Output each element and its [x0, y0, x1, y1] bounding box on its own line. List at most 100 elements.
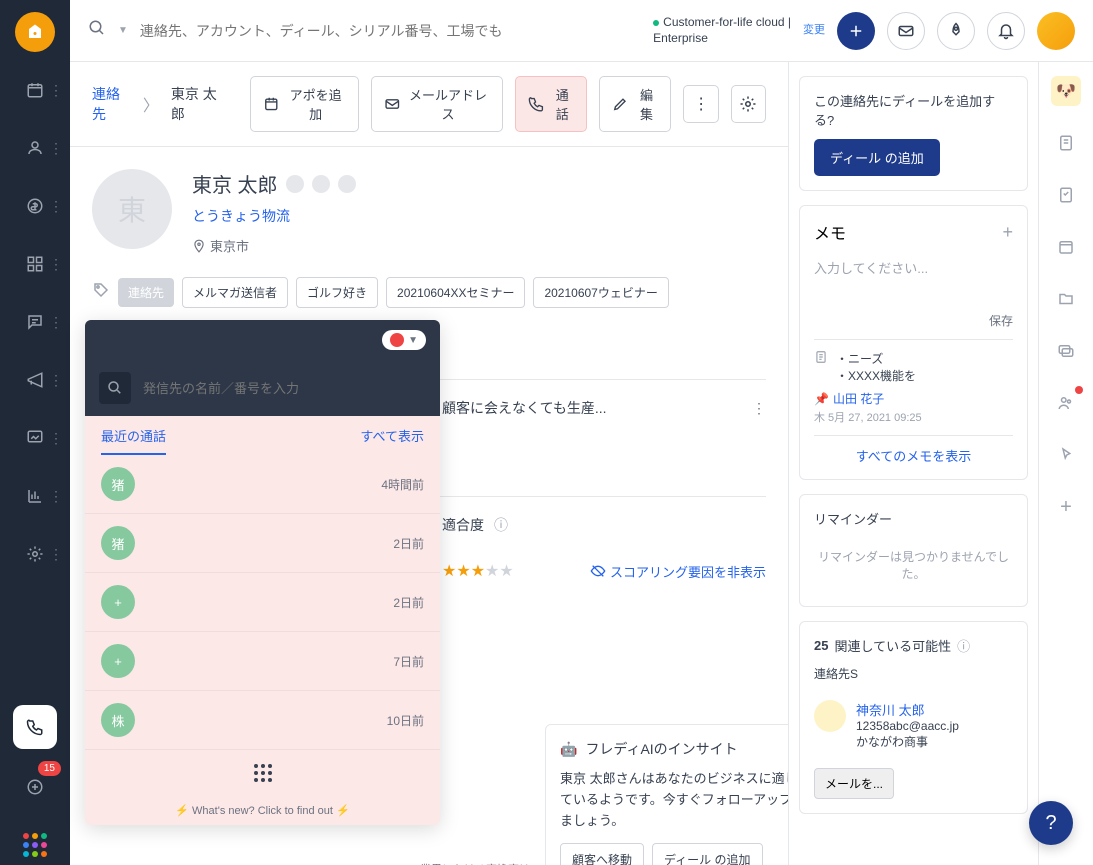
conversation-icon[interactable]	[1051, 336, 1081, 366]
calendar-icon[interactable]: ⋮	[15, 70, 55, 110]
campaigns-icon[interactable]: ⋮	[15, 360, 55, 400]
breadcrumb-root[interactable]: 連絡先	[92, 84, 131, 124]
apps-icon[interactable]	[15, 825, 55, 865]
toolbar-settings-button[interactable]	[731, 85, 766, 123]
contacts-icon[interactable]: ⋮	[15, 128, 55, 168]
whats-new-link[interactable]: ⚡ What's new? Click to find out ⚡	[85, 796, 440, 825]
call-time: 7日前	[393, 653, 424, 670]
search-dropdown-icon[interactable]: ▼	[118, 25, 128, 36]
dialpad-row	[85, 750, 440, 796]
add-memo-icon[interactable]: +	[1002, 222, 1013, 243]
analytics-icon[interactable]: ⋮	[15, 476, 55, 516]
facebook-icon[interactable]	[286, 175, 304, 193]
recent-calls-tab[interactable]: 最近の通話	[101, 426, 166, 455]
reports-icon[interactable]: ⋮	[15, 418, 55, 458]
tag-item[interactable]: 20210604XXセミナー	[386, 277, 525, 308]
chevron-down-icon: ▼	[408, 335, 418, 346]
memo-input[interactable]: 入力してください...	[814, 252, 1013, 312]
star-rating: ★★★★★	[442, 561, 514, 581]
tasks-icon[interactable]: 15	[15, 767, 55, 807]
call-avatar: 株	[101, 703, 135, 737]
add-rail-icon[interactable]: +	[1051, 492, 1081, 522]
call-item[interactable]: +7日前	[85, 632, 440, 691]
edit-button[interactable]: 編集	[599, 76, 671, 132]
info-icon[interactable]: ⓘ	[494, 515, 508, 535]
mail-button[interactable]	[887, 12, 925, 50]
call-item[interactable]: 株 10日前	[85, 691, 440, 750]
right-panel: この連絡先にディールを追加する? ディール の追加 メモ + 入力してください.…	[788, 62, 1038, 865]
call-time: 10日前	[387, 712, 424, 729]
call-tabs: 最近の通話 すべて表示	[85, 416, 440, 455]
call-avatar: 猪	[101, 526, 135, 560]
folder-icon[interactable]	[1051, 284, 1081, 314]
reminder-card: リマインダー リマインダーは見つかりませんでした。	[799, 494, 1028, 607]
logo-icon[interactable]	[15, 12, 55, 52]
notifications-button[interactable]	[987, 12, 1025, 50]
save-memo-button[interactable]: 保存	[814, 312, 1013, 329]
info-icon[interactable]: ⓘ	[957, 636, 970, 655]
contact-name: 東京 太郎	[192, 169, 766, 198]
user-avatar[interactable]	[1037, 12, 1075, 50]
status-toggle[interactable]: ▼	[382, 330, 426, 350]
call-time: 2日前	[393, 594, 424, 611]
freddy-bot-icon[interactable]: 🐶	[1051, 76, 1081, 106]
deal-card: この連絡先にディールを追加する? ディール の追加	[799, 76, 1028, 191]
tags-row: 連絡先 メルマガ送信者 ゴルフ好き 20210604XXセミナー 2021060…	[70, 277, 788, 324]
related-header: 25 関連している可能性 ⓘ	[814, 636, 1013, 655]
deals-icon[interactable]: ⋮	[15, 186, 55, 226]
call-time: 4時間前	[381, 476, 424, 493]
pointer-icon[interactable]	[1051, 440, 1081, 470]
show-all-link[interactable]: すべて表示	[360, 426, 424, 455]
help-button[interactable]: ?	[1029, 801, 1073, 845]
email-button[interactable]: メールアドレス	[371, 76, 503, 132]
call-list: 猪4時間前 猪2日前 +2日前 +7日前 株10日前	[85, 455, 440, 750]
add-deal-button[interactable]: ディール の追加	[814, 139, 940, 176]
add-deal-button[interactable]: ディール の追加	[652, 843, 763, 865]
checklist-icon[interactable]	[1051, 180, 1081, 210]
popup-header: ▼	[85, 320, 440, 360]
memo-item: ・ニーズ ・XXXX機能を 📌山田 花子 木 5月 27, 2021 09:25	[814, 339, 1013, 425]
task-count-badge: 15	[38, 761, 61, 776]
tag-item[interactable]: ゴルフ好き	[296, 277, 378, 308]
tag-item[interactable]: 20210607ウェビナー	[533, 277, 668, 308]
related-item[interactable]: 神奈川 太郎 12358abc@aacc.jp かながわ商事	[814, 690, 1013, 760]
call-search-icon[interactable]	[99, 372, 131, 404]
linkedin-icon[interactable]	[338, 175, 356, 193]
products-icon[interactable]: ⋮	[15, 244, 55, 284]
show-all-memos-link[interactable]: すべてのメモを表示	[814, 435, 1013, 465]
call-search-input[interactable]	[143, 381, 426, 396]
change-link[interactable]: 変更	[803, 23, 825, 37]
call-button[interactable]: 通話	[515, 76, 587, 132]
add-appointment-button[interactable]: アポを追加	[250, 76, 358, 132]
dialpad-icon[interactable]	[254, 764, 272, 782]
activity-more-icon[interactable]: ⋮	[752, 400, 766, 417]
people-icon[interactable]	[1051, 388, 1081, 418]
related-mail-button[interactable]: メールを...	[814, 768, 894, 799]
related-avatar	[814, 700, 846, 732]
call-item[interactable]: 猪4時間前	[85, 455, 440, 514]
add-button[interactable]	[837, 12, 875, 50]
more-button[interactable]: ⋮	[683, 85, 718, 123]
hide-scoring-link[interactable]: スコアリング要因を非表示	[590, 562, 766, 581]
search-input[interactable]	[140, 23, 641, 39]
phone-button[interactable]	[13, 705, 57, 749]
tag-item[interactable]: メルマガ送信者	[182, 277, 288, 308]
document-icon[interactable]	[1051, 128, 1081, 158]
rocket-button[interactable]	[937, 12, 975, 50]
call-item[interactable]: 猪2日前	[85, 514, 440, 573]
freddy-title: 🤖 フレディAIのインサイト	[560, 739, 788, 759]
move-customer-button[interactable]: 顧客へ移動	[560, 843, 644, 865]
twitter-icon[interactable]	[312, 175, 330, 193]
memo-author[interactable]: 📌山田 花子	[814, 390, 1013, 407]
call-item[interactable]: +2日前	[85, 573, 440, 632]
memo-title: メモ	[814, 220, 846, 244]
related-name[interactable]: 神奈川 太郎	[856, 700, 959, 719]
memo-card: メモ + 入力してください... 保存 ・ニーズ ・XXXX機能を 📌山田 花子…	[799, 205, 1028, 480]
calendar-rail-icon[interactable]	[1051, 232, 1081, 262]
contact-company[interactable]: とうきょう物流	[192, 206, 766, 226]
settings-icon[interactable]: ⋮	[15, 534, 55, 574]
call-avatar: +	[101, 585, 135, 619]
tag-placeholder[interactable]: 連絡先	[118, 278, 174, 307]
search-icon[interactable]	[88, 19, 106, 42]
chat-icon[interactable]: ⋮	[15, 302, 55, 342]
